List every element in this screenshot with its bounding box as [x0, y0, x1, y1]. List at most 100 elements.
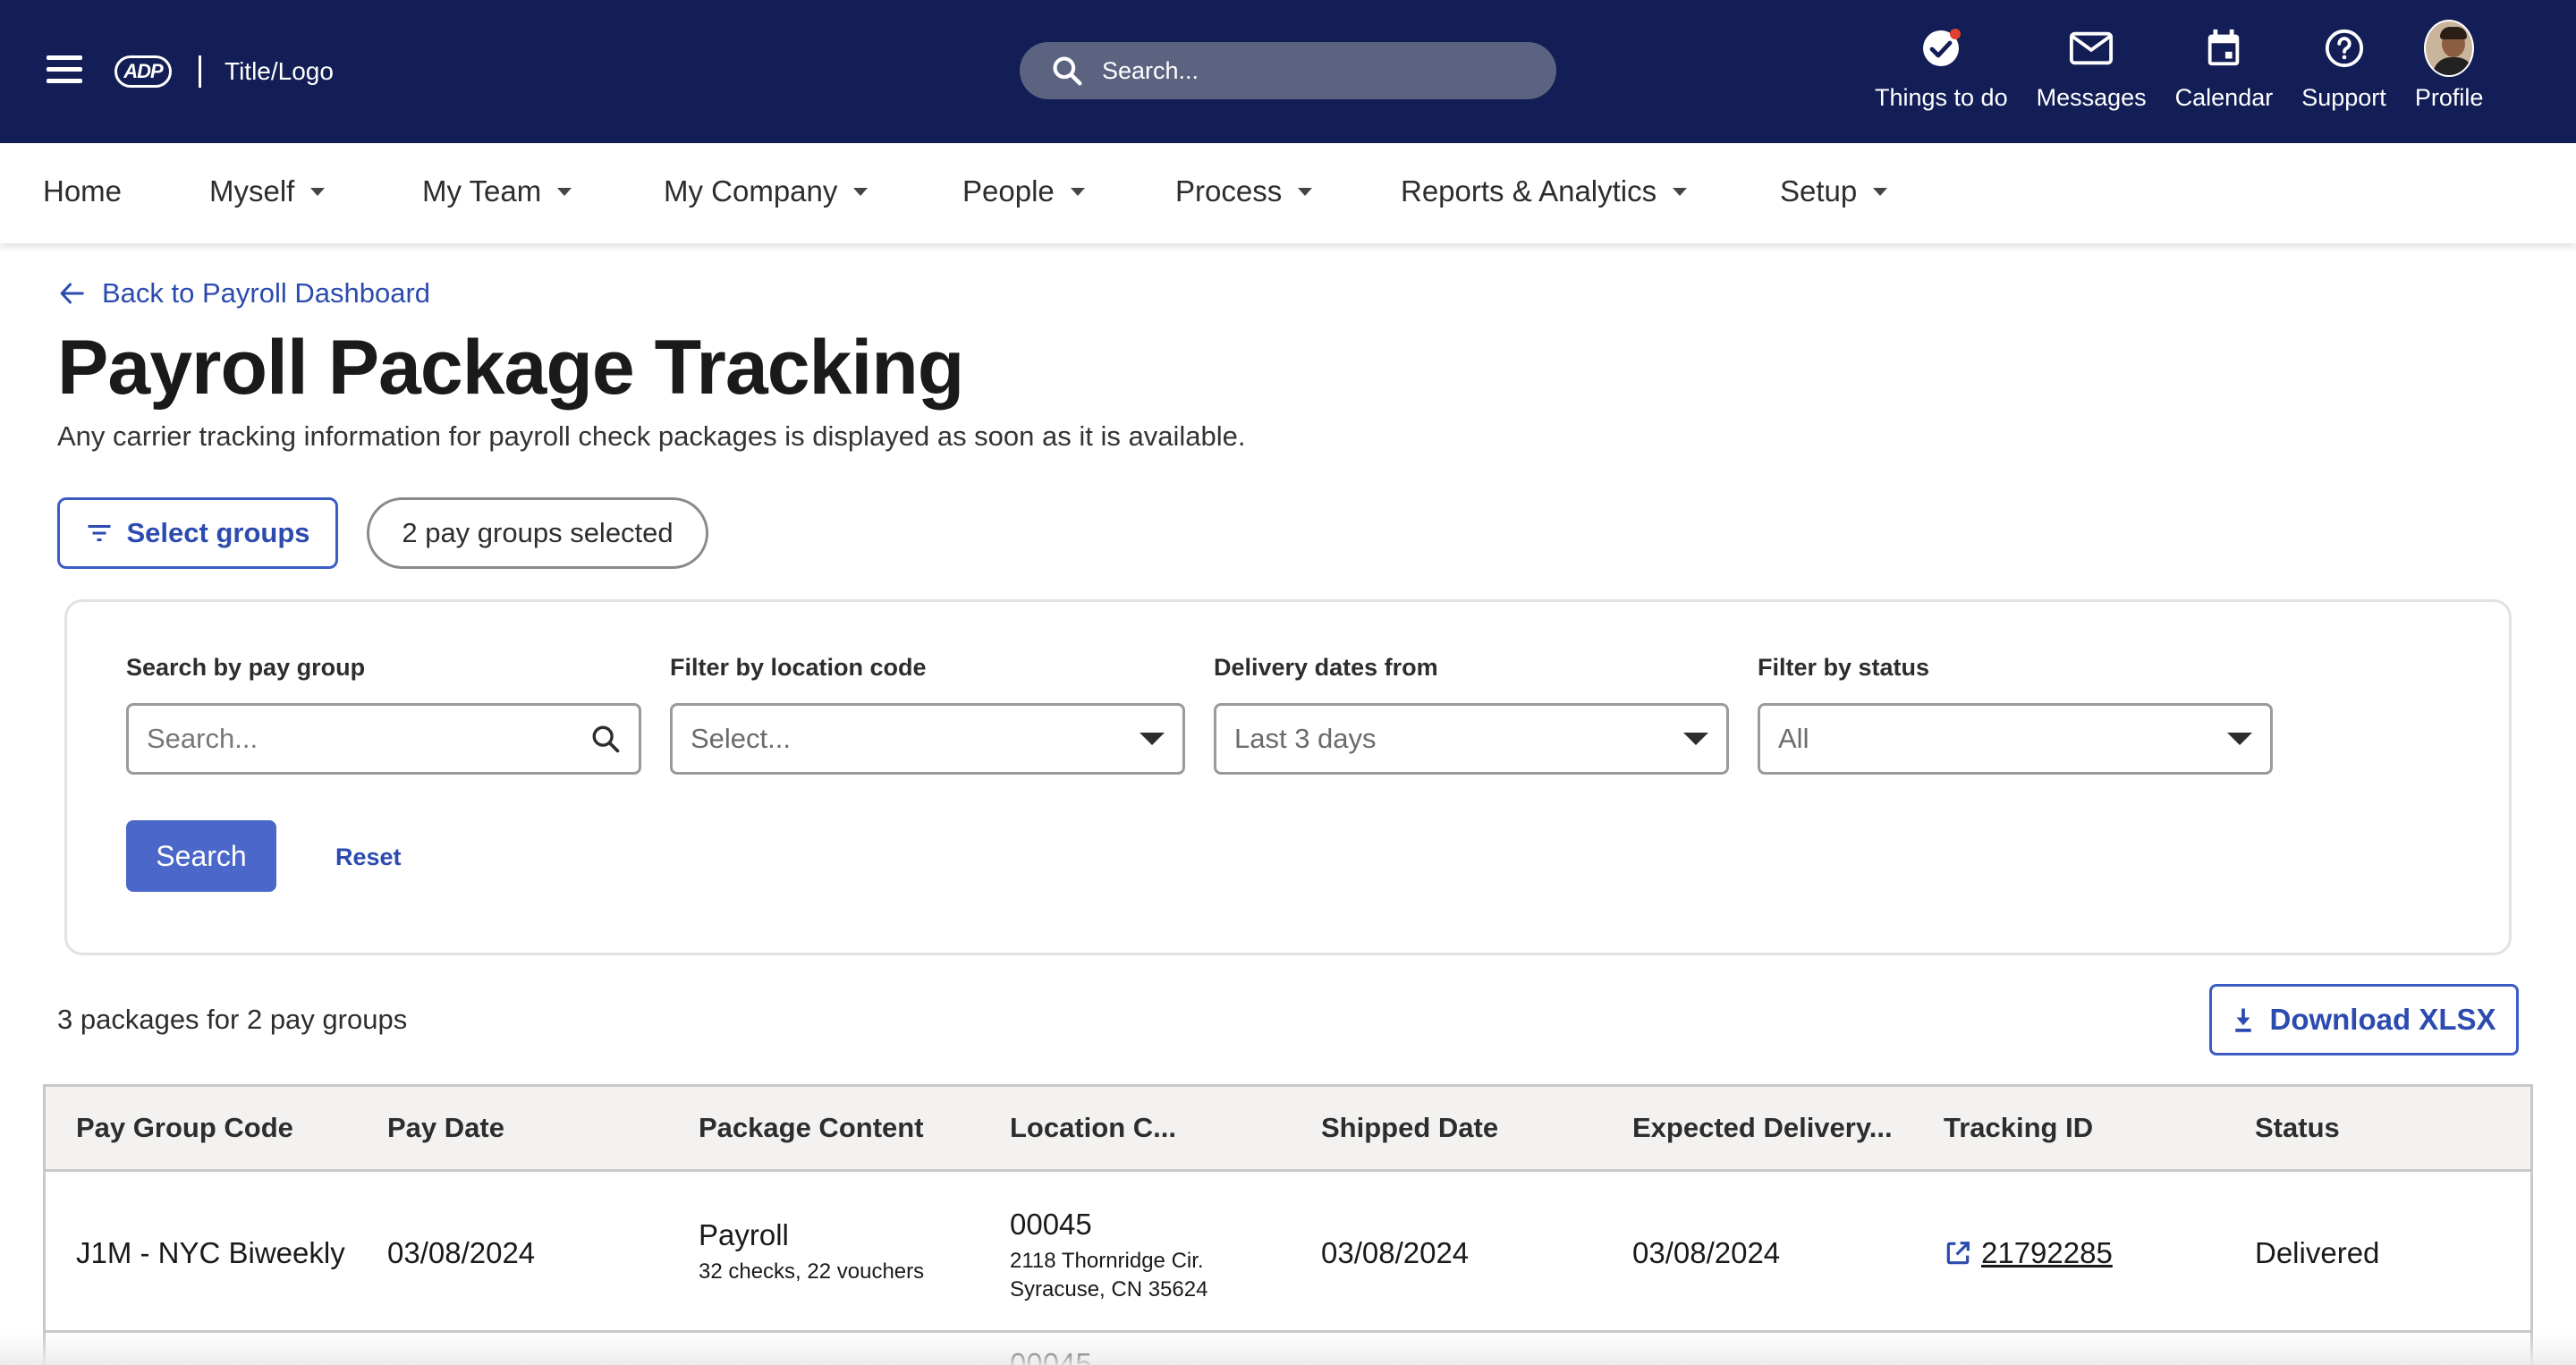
address-line-1: 2118 Thornridge Cir. — [1010, 1249, 1204, 1273]
nav-item-reports-analytics[interactable]: Reports & Analytics — [1401, 174, 1688, 208]
nav-item-setup[interactable]: Setup — [1780, 174, 1888, 208]
nav-label: Reports & Analytics — [1401, 174, 1657, 208]
location-code-select[interactable]: Select... — [670, 703, 1185, 775]
help-circle-icon — [2319, 23, 2369, 73]
address-line-2: Syracuse, CN 35624 — [1010, 1277, 1208, 1301]
nav-item-my-team[interactable]: My Team — [422, 174, 572, 208]
search-icon[interactable] — [590, 724, 621, 754]
nav-item-home[interactable]: Home — [43, 174, 122, 208]
delivery-dates-select[interactable]: Last 3 days — [1214, 703, 1729, 775]
cell-package-content: Payroll 32 checks, 22 vouchers — [699, 1218, 924, 1284]
main-nav: Home Myself My Team My Company People Pr… — [0, 143, 2576, 243]
page-title: Payroll Package Tracking — [57, 325, 964, 411]
chevron-down-icon — [2227, 733, 2252, 745]
filter-label: Filter by status — [1758, 654, 1930, 681]
caret-down-icon — [1873, 187, 1888, 196]
content-detail: 32 checks, 22 vouchers — [699, 1259, 925, 1284]
back-to-dashboard-link[interactable]: Back to Payroll Dashboard — [59, 277, 430, 309]
pay-group-search-field[interactable] — [126, 703, 641, 775]
select-groups-button[interactable]: Select groups — [57, 497, 338, 569]
cell-shipped-date: 03/08/2024 — [1321, 1236, 1470, 1269]
select-value: Last 3 days — [1234, 723, 1377, 754]
column-header[interactable]: Expected Delivery... — [1632, 1112, 1893, 1144]
messages-button[interactable]: Messages — [2037, 23, 2147, 112]
chip-label: 2 pay groups selected — [402, 517, 674, 548]
filter-pay-group: Search by pay group — [126, 654, 641, 775]
calendar-icon — [2199, 23, 2249, 73]
table-header: Pay Group Code Pay Date Package Content … — [46, 1087, 2530, 1172]
scroll-fade — [0, 1333, 2576, 1365]
filter-label: Search by pay group — [126, 654, 366, 681]
page-subtitle: Any carrier tracking information for pay… — [57, 420, 1246, 452]
caret-down-icon — [557, 187, 572, 196]
column-header[interactable]: Pay Group Code — [76, 1112, 293, 1144]
search-button[interactable]: Search — [126, 820, 276, 892]
nav-label: Process — [1175, 174, 1283, 208]
back-link-label: Back to Payroll Dashboard — [102, 277, 431, 309]
global-search[interactable] — [1020, 42, 1556, 99]
avatar — [2424, 20, 2475, 77]
column-header[interactable]: Pay Date — [387, 1112, 504, 1144]
tracking-id: 21792285 — [1981, 1236, 2113, 1269]
column-header[interactable]: Shipped Date — [1321, 1112, 1498, 1144]
filter-panel: Search by pay group Filter by location c… — [64, 599, 2512, 955]
caret-down-icon — [853, 187, 869, 196]
cell-location: 00045 2118 Thornridge Cir. Syracuse, CN … — [1010, 1208, 1208, 1302]
filter-icon — [88, 525, 110, 541]
app-title: Title/Logo — [225, 57, 334, 85]
things-to-do-button[interactable]: Things to do — [1875, 23, 2008, 112]
cell-status: Delivered — [2255, 1236, 2380, 1269]
things-to-do-label: Things to do — [1875, 84, 2008, 111]
column-header[interactable]: Tracking ID — [1944, 1112, 2093, 1144]
pay-groups-selected-chip[interactable]: 2 pay groups selected — [367, 497, 708, 569]
profile-button[interactable]: Profile — [2414, 20, 2484, 112]
top-nav: Things to do Messages Calendar Support P… — [1860, 20, 2497, 112]
select-value: Select... — [691, 723, 791, 754]
cell-expected-delivery: 03/08/2024 — [1632, 1236, 1781, 1269]
cell-pay-date: 03/08/2024 — [387, 1236, 536, 1269]
nav-item-people[interactable]: People — [962, 174, 1085, 208]
hamburger-menu-icon[interactable] — [47, 55, 82, 86]
nav-item-myself[interactable]: Myself — [209, 174, 326, 208]
column-header[interactable]: Package Content — [699, 1112, 924, 1144]
caret-down-icon — [310, 187, 326, 196]
nav-label: My Team — [422, 174, 542, 208]
download-icon — [2235, 1008, 2252, 1032]
nav-label: Setup — [1780, 174, 1858, 208]
status-select[interactable]: All — [1758, 703, 2273, 775]
support-label: Support — [2301, 84, 2386, 111]
filter-status: Filter by status All — [1758, 654, 2273, 775]
chevron-down-icon — [1140, 733, 1165, 745]
avatar-wrapper — [2424, 20, 2475, 77]
profile-label: Profile — [2414, 84, 2484, 111]
column-header[interactable]: Status — [2255, 1112, 2340, 1144]
brand-divider — [199, 55, 201, 88]
select-groups-label: Select groups — [126, 517, 310, 548]
packages-table: Pay Group Code Pay Date Package Content … — [43, 1084, 2533, 1365]
adp-logo[interactable]: ADP — [114, 55, 172, 88]
global-search-input[interactable] — [1102, 56, 1549, 85]
download-xlsx-button[interactable]: Download XLSX — [2209, 984, 2519, 1056]
download-label: Download XLSX — [2269, 1003, 2496, 1036]
search-icon — [1053, 56, 1082, 86]
nav-item-my-company[interactable]: My Company — [664, 174, 869, 208]
calendar-button[interactable]: Calendar — [2174, 23, 2274, 112]
column-header[interactable]: Location C... — [1010, 1112, 1176, 1144]
reset-button[interactable]: Reset — [335, 844, 402, 871]
location-code: 00045 — [1010, 1208, 1092, 1241]
nav-label: Myself — [209, 174, 295, 208]
tracking-id-link[interactable]: 21792285 — [1944, 1236, 2113, 1270]
filter-label: Filter by location code — [670, 654, 927, 681]
caret-down-icon — [1673, 187, 1688, 196]
top-header: ADP Title/Logo Things to do Messages Cal… — [0, 0, 2576, 143]
pay-group-search-input[interactable] — [147, 723, 558, 755]
arrow-left-icon — [60, 283, 84, 304]
results-count: 3 packages for 2 pay groups — [57, 1004, 408, 1035]
calendar-label: Calendar — [2174, 84, 2274, 111]
nav-item-process[interactable]: Process — [1175, 174, 1313, 208]
filter-delivery-dates: Delivery dates from Last 3 days — [1214, 654, 1729, 775]
external-link-icon — [1946, 1242, 1970, 1265]
cell-pay-group: J1M - NYC Biweekly — [76, 1236, 345, 1269]
caret-down-icon — [1070, 187, 1085, 196]
support-button[interactable]: Support — [2301, 23, 2386, 112]
